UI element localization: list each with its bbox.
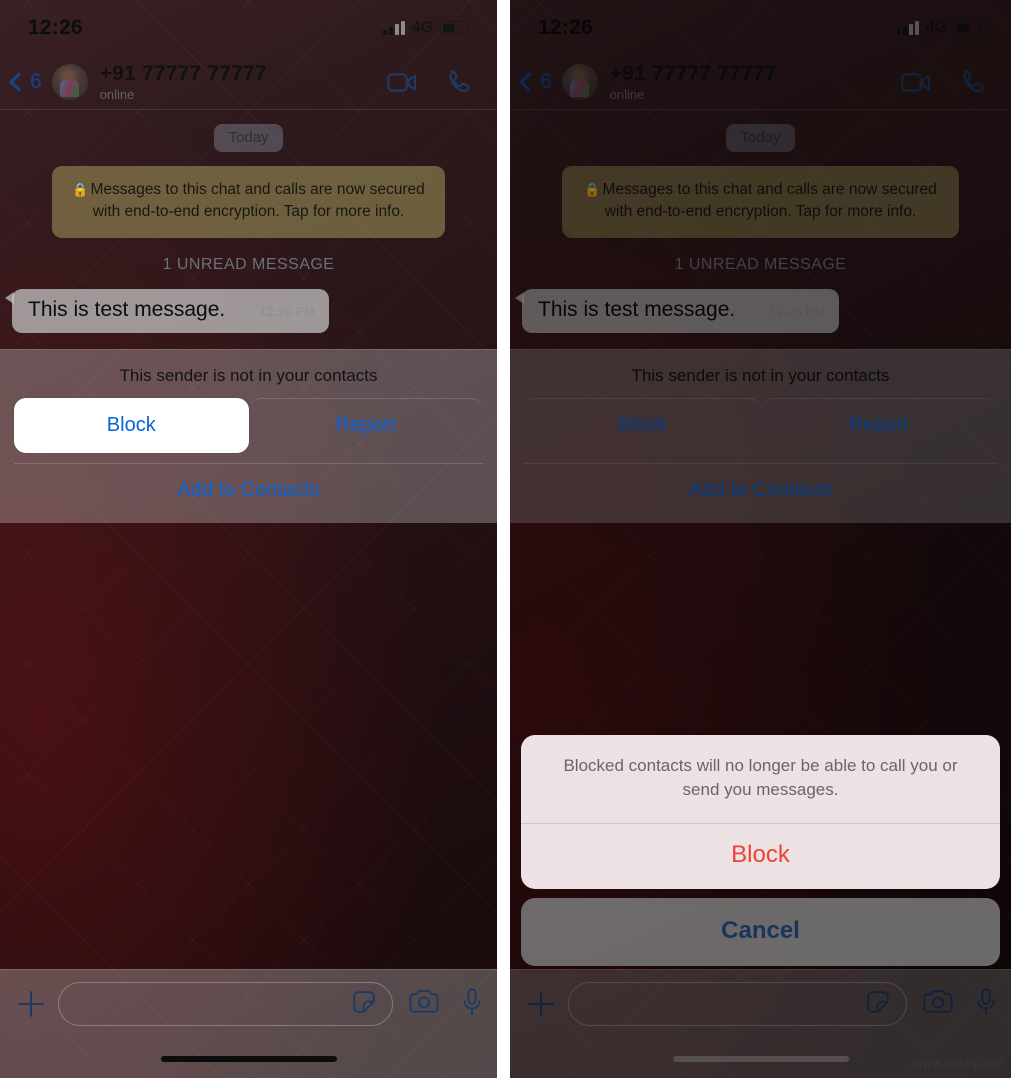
plus-icon[interactable]: [18, 991, 44, 1017]
contact-name: +91 77777 77777: [99, 61, 267, 85]
encryption-notice[interactable]: 🔒 Messages to this chat and calls are now…: [52, 166, 445, 238]
phone-screen-left: 12:26 4G 6 +91 77777 77777 online Today …: [0, 0, 497, 1078]
unread-divider: 1 UNREAD MESSAGE: [162, 256, 335, 273]
block-confirmation-action-sheet: Blocked contacts will no longer be able …: [521, 734, 1000, 966]
encryption-notice-text: Messages to this chat and calls are now …: [90, 181, 425, 220]
back-unread-count: 6: [30, 70, 42, 93]
lock-icon: 🔒: [72, 182, 89, 197]
microphone-icon[interactable]: [463, 987, 481, 1021]
block-report-row: Block Report: [0, 398, 497, 453]
block-button[interactable]: Block: [14, 398, 249, 453]
cellular-signal-icon: [382, 20, 405, 35]
message-row: This is test message. 12:26 PM: [0, 289, 497, 333]
status-indicators: 4G: [382, 18, 470, 37]
status-clock: 12:26: [28, 15, 83, 39]
message-list: Today 🔒 Messages to this chat and calls a…: [0, 110, 497, 1078]
message-input-bar: [0, 969, 497, 1078]
unknown-sender-block: This sender is not in your contacts Bloc…: [0, 349, 497, 523]
phone-screen-right: 12:26 4G 6 +91 77777 77777 online Today …: [510, 0, 1011, 1078]
action-sheet-message: Blocked contacts will no longer be able …: [563, 755, 958, 800]
status-bar: 12:26 4G: [0, 0, 497, 55]
home-indicator: [160, 1056, 337, 1062]
action-sheet-card: Blocked contacts will no longer be able …: [521, 734, 1000, 889]
add-to-contacts-button[interactable]: Add to Contacts: [14, 463, 483, 519]
unknown-sender-note: This sender is not in your contacts: [119, 366, 378, 385]
message-text: This is test message.: [28, 298, 226, 321]
day-divider: Today: [214, 124, 283, 152]
chat-header: 6 +91 77777 77777 online: [0, 55, 497, 110]
contact-presence: online: [99, 86, 135, 102]
dual-phone-screenshot: 12:26 4G 6 +91 77777 77777 online Today …: [0, 0, 1011, 1078]
camera-icon[interactable]: [409, 989, 439, 1019]
report-button[interactable]: Report: [248, 398, 483, 453]
contact-avatar[interactable]: [51, 64, 88, 100]
phone-icon[interactable]: [447, 69, 473, 95]
chevron-left-icon: [9, 72, 29, 92]
message-time: 12:26 PM: [259, 304, 315, 319]
sticker-icon[interactable]: [352, 990, 376, 1019]
message-bubble-incoming[interactable]: This is test message. 12:26 PM: [5, 289, 329, 333]
action-sheet-cancel-button[interactable]: Cancel: [521, 898, 1000, 966]
network-type-label: 4G: [411, 18, 433, 36]
header-actions: [387, 69, 473, 95]
back-button[interactable]: 6: [9, 70, 42, 94]
home-indicator: [672, 1056, 849, 1062]
contact-info[interactable]: +91 77777 77777 online: [99, 61, 387, 102]
action-sheet-block-button[interactable]: Block: [521, 824, 1000, 889]
message-input[interactable]: [58, 982, 393, 1026]
watermark: www.dataq.com: [913, 1056, 1005, 1070]
video-camera-icon[interactable]: [387, 72, 417, 93]
battery-icon: [440, 21, 470, 34]
